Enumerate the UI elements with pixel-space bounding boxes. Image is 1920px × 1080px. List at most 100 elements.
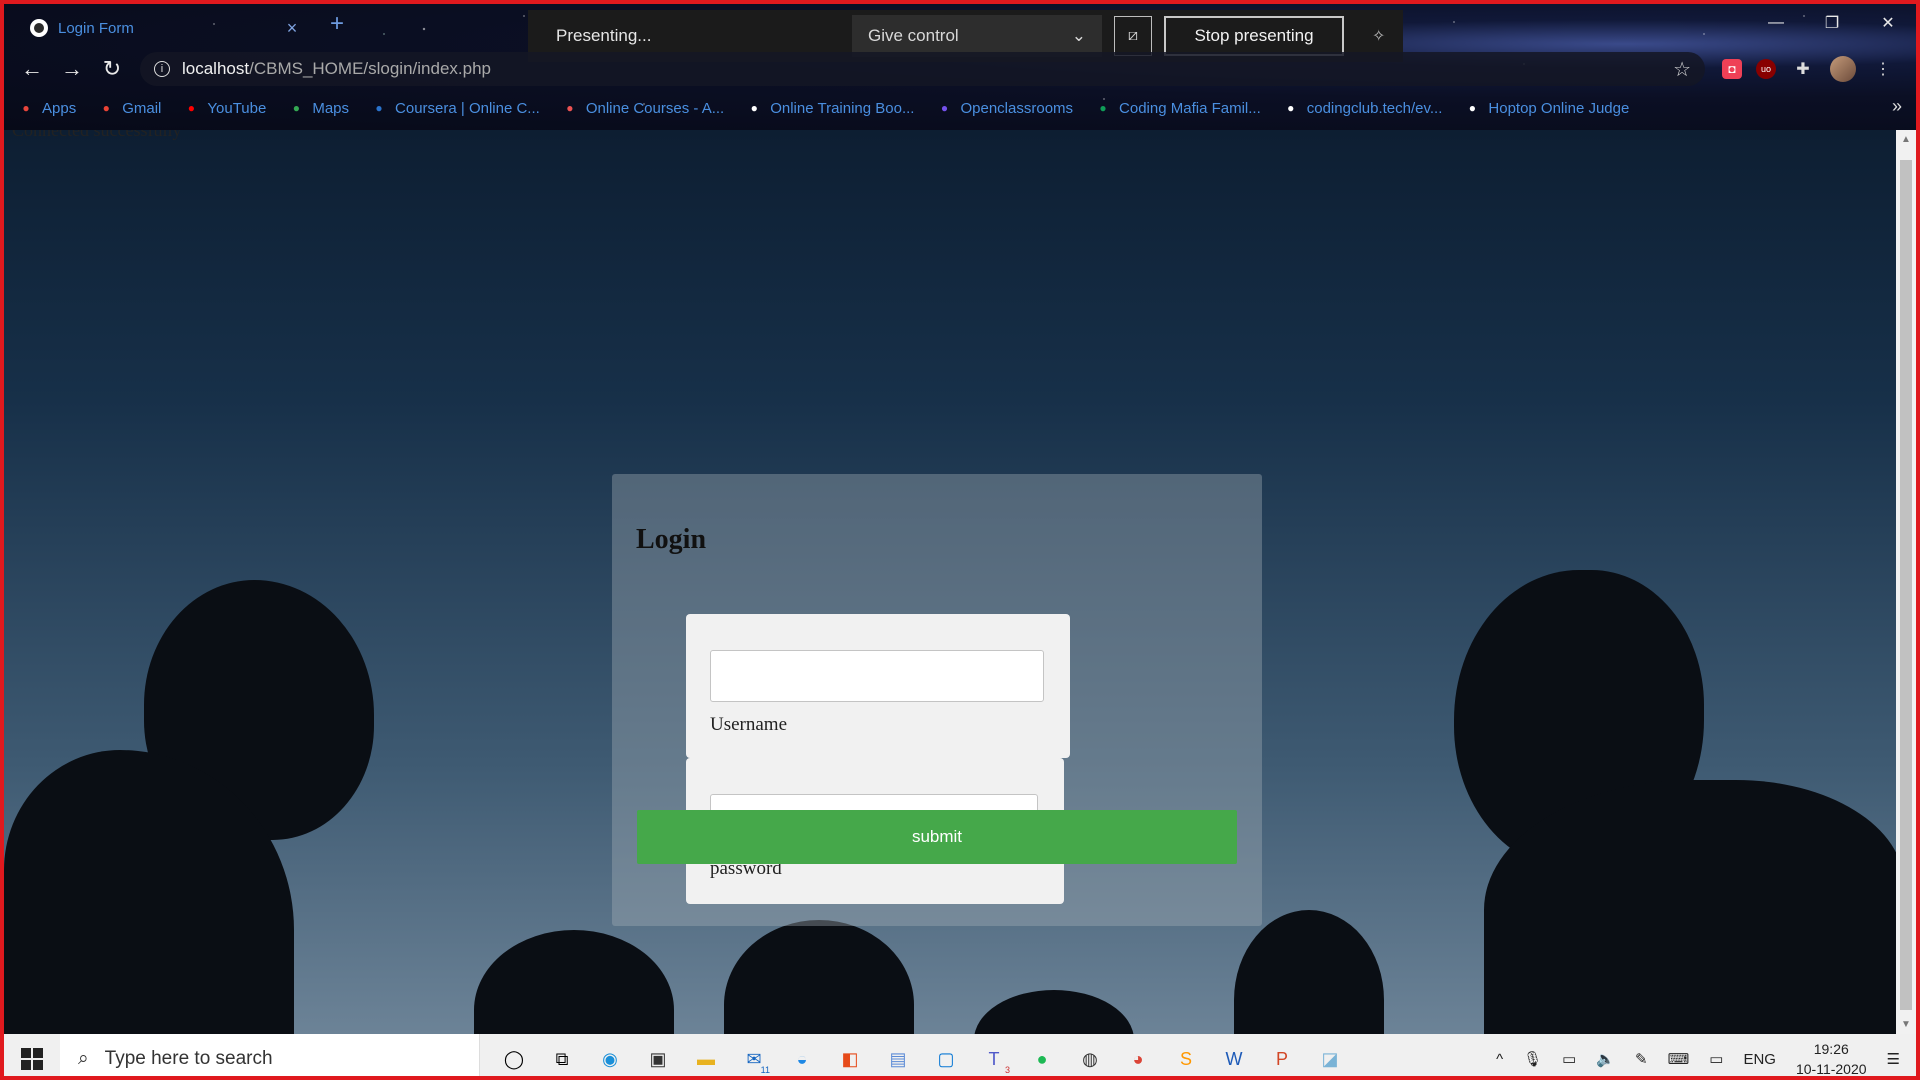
bookmark-star-icon[interactable]: ☆	[1673, 57, 1691, 82]
bookmark-item[interactable]: ● Openclassrooms	[936, 100, 1073, 117]
pin-icon[interactable]: ✧	[1372, 26, 1385, 46]
clock[interactable]: 19:26 10-11-2020	[1796, 1039, 1867, 1076]
coursera-icon: ●	[375, 101, 383, 115]
bookmark-item[interactable]: ● Coding Mafia Famil...	[1095, 99, 1261, 117]
pen-icon[interactable]: ✎	[1635, 1050, 1648, 1068]
back-arrow-icon[interactable]: ←	[18, 56, 46, 82]
ublock-icon[interactable]: uo	[1756, 59, 1776, 79]
reload-icon[interactable]: ↻	[98, 56, 126, 82]
submit-button[interactable]: submit	[637, 810, 1237, 864]
cortana-icon[interactable]: ◯	[496, 1041, 532, 1076]
stop-presenting-button[interactable]: Stop presenting	[1164, 16, 1344, 56]
username-label: Username	[710, 714, 788, 735]
puzzle-extensions-icon[interactable]: ✚	[1790, 56, 1816, 82]
login-title: Login	[636, 524, 707, 555]
bookmark-item[interactable]: ● YouTube	[183, 100, 267, 117]
bookmark-item[interactable]: ● Online Training Boo...	[746, 99, 915, 117]
office-icon[interactable]: ◧	[832, 1041, 868, 1076]
presenting-status: Presenting...	[556, 26, 652, 45]
browser-app-icon[interactable]: ◒	[784, 1041, 820, 1076]
bulb-icon: ●	[750, 101, 758, 115]
bookmark-label: Hoptop Online Judge	[1488, 99, 1630, 117]
youtube-icon: ●	[187, 101, 195, 115]
language-indicator[interactable]: ENG	[1743, 1051, 1776, 1068]
spotify-icon[interactable]: ●	[1024, 1041, 1060, 1076]
bookmark-item[interactable]: ● Maps	[288, 100, 349, 117]
bookmark-item[interactable]: ● codingclub.tech/ev...	[1283, 99, 1443, 117]
word-icon[interactable]: W	[1216, 1041, 1252, 1076]
teams-icon[interactable]: T3	[976, 1041, 1012, 1076]
info-icon[interactable]: i	[154, 61, 170, 77]
chrome-icon[interactable]: ◕	[1120, 1041, 1156, 1076]
share-screen-off-icon[interactable]: ⧄	[1114, 16, 1152, 56]
sublime-icon[interactable]: S	[1168, 1041, 1204, 1076]
bulb-icon: ●	[1287, 101, 1295, 115]
forward-arrow-icon[interactable]: →	[58, 56, 86, 82]
windows-logo-icon	[21, 1048, 43, 1070]
notifications-icon[interactable]: ☰	[1887, 1050, 1900, 1068]
clock-time: 19:26	[1813, 1041, 1849, 1057]
scroll-up-icon[interactable]: ▲	[1896, 134, 1916, 145]
github-icon[interactable]: ◍	[1072, 1041, 1108, 1076]
new-tab-button[interactable]: +	[330, 10, 344, 38]
url-path: /CBMS_HOME/slogin/index.php	[249, 59, 491, 78]
restore-icon[interactable]: ❐	[1804, 8, 1860, 38]
pocket-icon[interactable]: ◘	[1722, 59, 1742, 79]
bookmark-item[interactable]: ● Apps	[18, 100, 76, 117]
browser-chrome: Login Form × + Presenting... Give contro…	[4, 4, 1916, 130]
silhouette-right-body	[1484, 780, 1900, 1034]
bookmark-label: Maps	[312, 99, 350, 117]
minimize-icon[interactable]: —	[1748, 8, 1804, 38]
connection-message: Connected successfully	[12, 130, 182, 140]
mail-icon[interactable]: ✉ 11	[736, 1041, 772, 1076]
give-control-label: Give control	[868, 26, 959, 45]
chevron-down-icon: ⌄	[1071, 26, 1086, 45]
bookmark-label: Coding Mafia Famil...	[1119, 99, 1261, 117]
start-button[interactable]	[4, 1034, 60, 1076]
globe-icon: ●	[1468, 101, 1477, 115]
page-content: Connected successfully Login Username pa…	[4, 130, 1900, 1034]
edge-icon[interactable]: ◉	[592, 1041, 628, 1076]
bookmarks-overflow-icon[interactable]: »	[1892, 96, 1902, 117]
apps-grid-icon: ●	[22, 101, 30, 115]
store-icon[interactable]: ▣	[640, 1041, 676, 1076]
bookmark-label: codingclub.tech/ev...	[1306, 99, 1443, 117]
address-bar[interactable]: i localhost/CBMS_HOME/slogin/index.php ☆	[140, 52, 1705, 86]
keyboard-icon[interactable]: ⌨	[1668, 1050, 1690, 1068]
notes-icon[interactable]: ◪	[1312, 1041, 1348, 1076]
tab-close-icon[interactable]: ×	[282, 18, 302, 39]
bookmark-label: Gmail	[122, 99, 162, 117]
task-view-icon[interactable]: ⧉	[544, 1041, 580, 1076]
volume-icon[interactable]: 🔈	[1596, 1050, 1615, 1068]
tray-overflow-icon[interactable]: ^	[1496, 1051, 1503, 1068]
microphone-icon[interactable]: 🎙	[1523, 1050, 1542, 1068]
teams-badge: 3	[1004, 1065, 1010, 1075]
close-window-icon[interactable]: ✕	[1860, 8, 1916, 38]
file-explorer-icon[interactable]: ▬	[688, 1041, 724, 1076]
menu-kebab-icon[interactable]: ⋮	[1870, 56, 1896, 82]
battery-icon[interactable]: ▭	[1562, 1050, 1576, 1068]
scroll-thumb[interactable]	[1900, 160, 1912, 1010]
extensions-area: ◘ uo ✚ ⋮	[1722, 56, 1896, 82]
bookmark-item[interactable]: ● Hoptop Online Judge	[1464, 99, 1630, 117]
bookmark-item[interactable]: ● Online Courses - A...	[562, 100, 724, 117]
page-scrollbar[interactable]: ▲ ▼	[1896, 130, 1916, 1034]
bookmark-label: Online Training Boo...	[770, 99, 915, 117]
windows-taskbar: ⌕ Type here to search ◯ ⧉ ◉ ▣ ▬ ✉ 11 ◒ ◧ …	[4, 1034, 1916, 1076]
bookmark-item[interactable]: ● Gmail	[98, 99, 162, 117]
remote-desktop-icon[interactable]: ▤	[880, 1041, 916, 1076]
search-icon: ⌕	[78, 1048, 89, 1069]
url-host: localhost	[182, 59, 250, 78]
taskbar-search[interactable]: ⌕ Type here to search	[60, 1034, 480, 1076]
bookmark-item[interactable]: ● Coursera | Online C...	[371, 100, 539, 117]
powerpoint-icon[interactable]: P	[1264, 1041, 1300, 1076]
app-square-icon[interactable]: ▢	[928, 1041, 964, 1076]
give-control-dropdown[interactable]: Give control ⌄	[852, 15, 1102, 57]
tablet-icon[interactable]: ▭	[1709, 1050, 1723, 1068]
profile-avatar[interactable]	[1830, 56, 1856, 82]
scroll-down-icon[interactable]: ▼	[1896, 1019, 1916, 1030]
maps-pin-icon: ●	[292, 101, 300, 115]
username-input[interactable]	[710, 650, 1044, 702]
tab-title: Login Form	[58, 19, 134, 37]
browser-tab[interactable]: Login Form ×	[18, 12, 314, 44]
